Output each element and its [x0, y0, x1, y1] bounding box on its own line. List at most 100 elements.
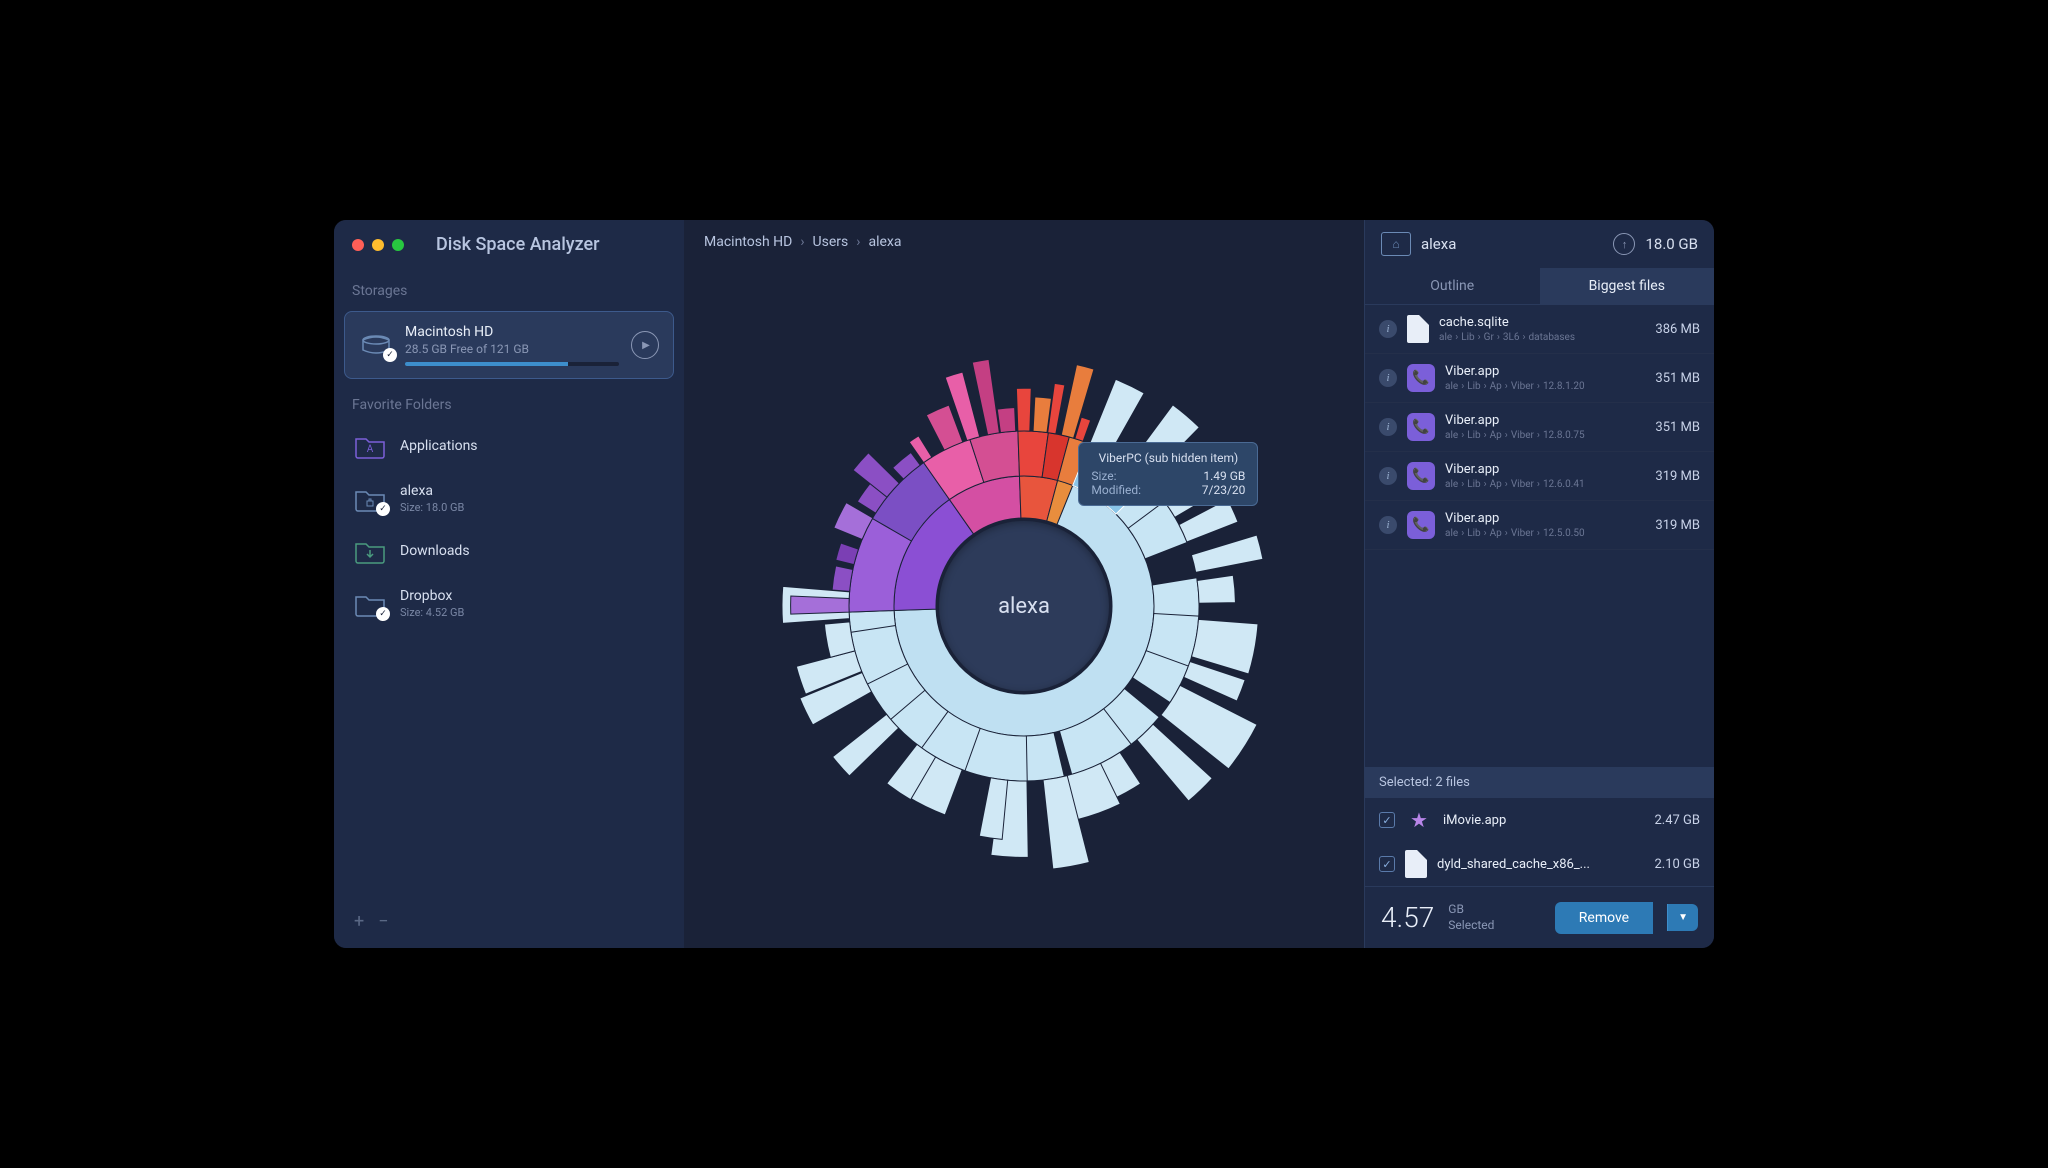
- breadcrumb[interactable]: Macintosh HD›Users›alexa: [684, 220, 1364, 264]
- breadcrumb-segment[interactable]: alexa: [868, 234, 901, 250]
- file-size: 386 MB: [1655, 322, 1700, 337]
- file-item[interactable]: i📞Viber.appale›Lib›Ap›Viber›12.8.1.20351…: [1365, 354, 1714, 403]
- viber-icon: 📞: [1407, 413, 1435, 441]
- fav-item-alexa[interactable]: ✓ alexa Size: 18.0 GB: [334, 471, 684, 526]
- check-badge-icon: ✓: [383, 348, 397, 362]
- storage-item-macintosh-hd[interactable]: ✓ Macintosh HD 28.5 GB Free of 121 GB ▶: [344, 311, 674, 379]
- minimize-window-button[interactable]: [372, 239, 384, 251]
- info-button[interactable]: i: [1379, 418, 1397, 436]
- sidebar: Disk Space Analyzer Storages ✓ Macintosh…: [334, 220, 684, 948]
- file-size: 2.47 GB: [1654, 813, 1700, 828]
- storages-label: Storages: [334, 269, 684, 307]
- fav-subtitle: Size: 4.52 GB: [400, 606, 464, 619]
- info-button[interactable]: i: [1379, 467, 1397, 485]
- file-name: cache.sqlite: [1439, 315, 1645, 330]
- info-button[interactable]: i: [1379, 516, 1397, 534]
- viber-icon: 📞: [1407, 511, 1435, 539]
- rp-title: alexa: [1421, 235, 1603, 253]
- file-path: ale›Lib›Ap›Viber›12.8.0.75: [1445, 430, 1645, 441]
- selected-header: Selected: 2 files: [1365, 767, 1714, 798]
- file-size: 319 MB: [1655, 469, 1700, 484]
- storage-meta: Macintosh HD 28.5 GB Free of 121 GB: [405, 324, 619, 366]
- svg-text:A: A: [367, 444, 374, 455]
- tab-biggest-files[interactable]: Biggest files: [1540, 268, 1715, 304]
- file-item[interactable]: i 📞 Viber.app ale›Lib›Ap›Viber›12.5.0.50 319…: [1365, 501, 1714, 550]
- fav-item-dropbox[interactable]: ✓ Dropbox Size: 4.52 GB: [334, 576, 684, 631]
- app-window: Disk Space Analyzer Storages ✓ Macintosh…: [334, 220, 1714, 948]
- folder-icon: A: [354, 433, 386, 459]
- selected-item[interactable]: ✓ dyld_shared_cache_x86_... 2.10 GB: [1365, 842, 1714, 886]
- rp-size: 18.0 GB: [1645, 235, 1698, 253]
- upload-icon[interactable]: ↑: [1613, 233, 1635, 255]
- viber-icon: 📞: [1407, 462, 1435, 490]
- file-path: ale›Lib›Ap›Viber›12.6.0.41: [1445, 479, 1645, 490]
- file-path: ale›Lib›Gr›3L6›databases: [1439, 332, 1645, 343]
- favorites-label: Favorite Folders: [334, 383, 684, 421]
- selected-item[interactable]: ✓ ★ iMovie.app 2.47 GB: [1365, 798, 1714, 842]
- checkbox[interactable]: ✓: [1379, 856, 1395, 872]
- file-list[interactable]: i cache.sqlite ale›Lib›Gr›3L6›databases 386…: [1365, 305, 1714, 767]
- file-name: Viber.app: [1445, 462, 1645, 477]
- maximize-window-button[interactable]: [392, 239, 404, 251]
- sunburst-center-label[interactable]: alexa: [939, 521, 1109, 691]
- breadcrumb-segment[interactable]: Users: [813, 234, 849, 250]
- file-name: Viber.app: [1445, 413, 1645, 428]
- titlebar: Disk Space Analyzer: [334, 220, 684, 269]
- fav-item-applications[interactable]: A Applications: [334, 421, 684, 471]
- fav-name: Downloads: [400, 543, 470, 559]
- file-name: iMovie.app: [1443, 813, 1644, 828]
- home-folder-icon: ⌂: [1381, 232, 1411, 256]
- app-title: Disk Space Analyzer: [436, 234, 600, 255]
- main-panel: Macintosh HD›Users›alexa alexa ViberPC (…: [684, 220, 1364, 948]
- tab-outline[interactable]: Outline: [1365, 268, 1540, 304]
- file-item[interactable]: i cache.sqlite ale›Lib›Gr›3L6›databases 386…: [1365, 305, 1714, 354]
- storage-subtitle: 28.5 GB Free of 121 GB: [405, 342, 619, 356]
- rp-header: ⌂ alexa ↑ 18.0 GB: [1365, 220, 1714, 268]
- folder-icon: ✓: [354, 486, 386, 512]
- remove-favorite-button[interactable]: −: [378, 911, 388, 932]
- tooltip: ViberPC (sub hidden item) Size:1.49 GB M…: [1078, 442, 1258, 506]
- doc-icon: [1405, 850, 1427, 878]
- checkbox[interactable]: ✓: [1379, 812, 1395, 828]
- rp-footer: 4.57 GB Selected Remove ▼: [1365, 886, 1714, 948]
- tooltip-title: ViberPC (sub hidden item): [1091, 451, 1245, 465]
- tabs: Outline Biggest files: [1365, 268, 1714, 305]
- fav-item-downloads[interactable]: Downloads: [334, 526, 684, 576]
- file-size: 351 MB: [1655, 371, 1700, 386]
- file-item[interactable]: i 📞 Viber.app ale›Lib›Ap›Viber›12.6.0.41 319…: [1365, 452, 1714, 501]
- remove-dropdown-button[interactable]: ▼: [1667, 904, 1698, 931]
- file-size: 351 MB: [1655, 420, 1700, 435]
- disk-icon: ✓: [359, 332, 393, 358]
- file-size: 2.10 GB: [1654, 857, 1700, 872]
- file-name: Viber.app: [1445, 511, 1645, 526]
- close-window-button[interactable]: [352, 239, 364, 251]
- info-button[interactable]: i: [1379, 320, 1397, 338]
- check-badge-icon: ✓: [376, 502, 390, 516]
- folder-icon: ✓: [354, 591, 386, 617]
- file-name: dyld_shared_cache_x86_...: [1437, 857, 1644, 872]
- fav-name: alexa: [400, 483, 464, 499]
- doc-icon: [1407, 315, 1429, 343]
- storage-progress: [405, 362, 619, 366]
- storage-name: Macintosh HD: [405, 324, 619, 340]
- add-favorite-button[interactable]: +: [354, 911, 364, 932]
- fav-subtitle: Size: 18.0 GB: [400, 501, 464, 514]
- imovie-icon: ★: [1405, 806, 1433, 834]
- folder-icon: [354, 538, 386, 564]
- file-path: ale›Lib›Ap›Viber›12.5.0.50: [1445, 528, 1645, 539]
- remove-button[interactable]: Remove: [1555, 902, 1653, 934]
- fav-name: Dropbox: [400, 588, 464, 604]
- file-path: ale›Lib›Ap›Viber›12.8.1.20: [1445, 381, 1645, 392]
- fav-name: Applications: [400, 438, 478, 454]
- total-meta: GB Selected: [1448, 902, 1494, 933]
- scan-play-button[interactable]: ▶: [631, 331, 659, 359]
- info-button[interactable]: i: [1379, 369, 1397, 387]
- file-name: Viber.app: [1445, 364, 1645, 379]
- file-size: 319 MB: [1655, 518, 1700, 533]
- sunburst-chart[interactable]: alexa ViberPC (sub hidden item) Size:1.4…: [684, 264, 1364, 948]
- sidebar-footer: + −: [334, 895, 684, 948]
- traffic-lights: [352, 239, 404, 251]
- right-panel: ⌂ alexa ↑ 18.0 GB Outline Biggest files …: [1364, 220, 1714, 948]
- breadcrumb-segment[interactable]: Macintosh HD: [704, 234, 792, 250]
- file-item[interactable]: i 📞 Viber.app ale›Lib›Ap›Viber›12.8.0.75 351…: [1365, 403, 1714, 452]
